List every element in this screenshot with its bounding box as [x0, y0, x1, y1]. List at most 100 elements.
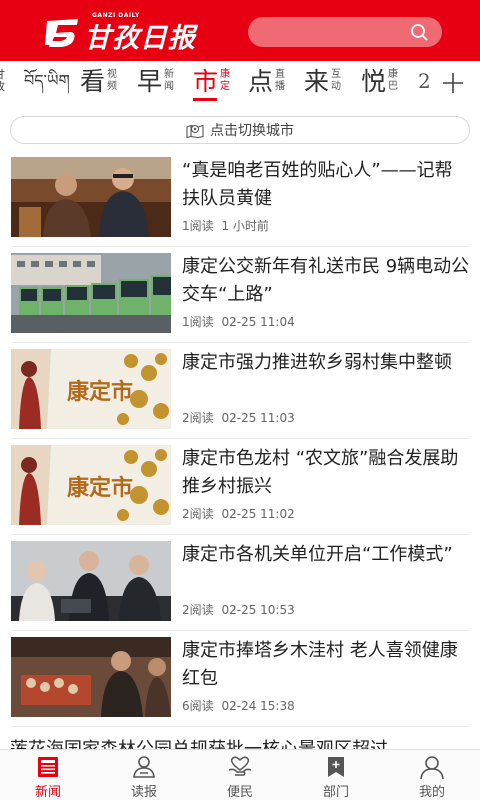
- news-title: 康定市各机关单位开启“工作模式”: [182, 544, 453, 565]
- tab-news[interactable]: 新闻: [0, 750, 96, 800]
- search-box[interactable]: [248, 17, 442, 47]
- bottom-tab-bar: 新闻 读报 便民 部门 我的: [0, 749, 480, 800]
- news-item[interactable]: 康定公交新年有礼送市民 9辆电动公交车“上路” 1阅读 02-25 11:04: [0, 247, 480, 343]
- news-item[interactable]: 康定市捧塔乡木洼村 老人喜领健康红包 6阅读 02-24 15:38: [0, 631, 480, 727]
- channel-label: 来: [304, 66, 330, 96]
- app-root: GANZI DAILY 甘孜日报 甘 孜 བོད་ཡིག 看 视 频: [0, 0, 480, 800]
- svg-text:康定市: 康定市: [67, 379, 133, 405]
- active-channel-indicator: [193, 98, 217, 101]
- news-read-count: 2阅读: [182, 507, 214, 521]
- channel-sub-2: 孜: [0, 81, 5, 93]
- news-list: “真是咱老百姓的贴心人”——记帮扶队员黄健 1阅读 1 小时前 康定公交新年有礼…: [0, 151, 480, 727]
- tab-label: 新闻: [34, 785, 61, 800]
- channel-sub-1: 直: [275, 69, 286, 80]
- channel-sub-1: 互: [331, 69, 342, 80]
- channel-sub-1: 康: [388, 69, 399, 80]
- channel-sub-1: 视: [107, 69, 118, 80]
- news-time: 02-25 11:02: [221, 507, 295, 521]
- channel-more-partial[interactable]: 2: [418, 61, 431, 101]
- logo-english-text: GANZI DAILY: [92, 12, 140, 19]
- channel-label: 市: [193, 66, 219, 96]
- news-time: 1 小时前: [221, 219, 269, 233]
- channel-label: 早: [137, 66, 163, 96]
- tab-reader[interactable]: 读报: [96, 750, 192, 800]
- news-thumbnail: [11, 637, 171, 717]
- channel-video[interactable]: 看 视 频: [80, 61, 117, 101]
- news-item[interactable]: “真是咱老百姓的贴心人”——记帮扶队员黄健 1阅读 1 小时前: [0, 151, 480, 247]
- channel-sub-2: 定: [220, 81, 231, 92]
- news-meta: 2阅读 02-25 11:02: [182, 505, 295, 522]
- logo-mark-icon: [45, 19, 78, 47]
- news-meta: 1阅读 1 小时前: [182, 217, 269, 234]
- switch-city-label: 点击切换城市: [210, 123, 294, 139]
- logo-title: 甘孜日报: [84, 22, 196, 54]
- channel-bar: 甘 孜 བོད་ཡིག 看 视 频 早 新 闻 市 康 定: [0, 61, 480, 107]
- channel-sub-2: 动: [331, 81, 342, 92]
- tab-label: 部门: [322, 785, 349, 800]
- office-photo-icon: [11, 541, 171, 621]
- department-icon: [328, 757, 344, 777]
- news-title: 康定市色龙村 “农文旅”融合发展助推乡村振兴: [182, 448, 459, 497]
- people-photo-icon: [11, 157, 171, 237]
- news-time: 02-25 11:04: [221, 315, 295, 329]
- service-icon: [228, 756, 252, 776]
- news-thumbnail: [11, 541, 171, 621]
- kangding-poster-icon: 康定市: [11, 349, 171, 429]
- channel-label: 悦: [361, 66, 387, 96]
- channel-sub-2: 巴: [388, 81, 399, 92]
- channel-interactive[interactable]: 来 互 动: [304, 61, 341, 101]
- tab-service[interactable]: 便民: [192, 750, 288, 800]
- search-icon[interactable]: [410, 23, 428, 41]
- channel-label: 点: [248, 66, 274, 96]
- news-meta: 6阅读 02-24 15:38: [182, 697, 295, 714]
- channel-kangding-city[interactable]: 市 康 定: [193, 61, 230, 101]
- news-thumbnail: 康定市: [11, 349, 171, 429]
- news-thumbnail: [11, 157, 171, 237]
- newspaper-icon: [38, 757, 58, 777]
- bus-photo-icon: [11, 253, 171, 333]
- channel-label: 2: [418, 69, 431, 93]
- channel-sub-2: 闻: [164, 81, 175, 92]
- channel-label: 看: [80, 66, 106, 96]
- news-time: 02-25 11:03: [221, 411, 295, 425]
- news-item[interactable]: 康定市各机关单位开启“工作模式” 2阅读 02-25 10:53: [0, 535, 480, 631]
- news-read-count: 6阅读: [182, 699, 214, 713]
- news-title: 康定公交新年有礼送市民 9辆电动公交车“上路”: [182, 256, 470, 305]
- app-logo[interactable]: GANZI DAILY 甘孜日报: [44, 12, 196, 54]
- channel-tibetan[interactable]: བོད་ཡིག: [24, 61, 70, 101]
- add-channel-icon[interactable]: [442, 72, 464, 94]
- kangding-poster-icon: 康定市: [11, 445, 171, 525]
- channel-ganzi[interactable]: 甘 孜: [0, 61, 5, 101]
- news-meta: 2阅读 02-25 11:03: [182, 409, 295, 426]
- user-icon: [420, 756, 444, 780]
- news-meta: 2阅读 02-25 10:53: [182, 601, 295, 618]
- news-item[interactable]: 康定市 康定市强力推进软乡弱村集中整顿 2阅读 02-25 11:03: [0, 343, 480, 439]
- tab-label: 我的: [418, 785, 445, 800]
- switch-city-button[interactable]: 点击切换城市: [10, 116, 470, 144]
- news-thumbnail: 康定市: [11, 445, 171, 525]
- channel-kangba[interactable]: 悦 康 巴: [361, 61, 398, 101]
- news-title: “真是咱老百姓的贴心人”——记帮扶队员黄健: [182, 160, 453, 209]
- svg-text:康定市: 康定市: [67, 475, 133, 501]
- tab-label: 便民: [226, 785, 253, 800]
- channel-label: བོད་ཡིག: [24, 71, 70, 90]
- news-meta: 1阅读 02-25 11:04: [182, 313, 295, 330]
- tab-label: 读报: [130, 785, 157, 800]
- news-time: 02-25 10:53: [221, 603, 295, 617]
- news-thumbnail: [11, 253, 171, 333]
- channel-sub-2: 播: [275, 81, 286, 92]
- divider: [11, 726, 470, 727]
- news-title: 康定市捧塔乡木洼村 老人喜领健康红包: [182, 640, 458, 689]
- news-read-count: 2阅读: [182, 411, 214, 425]
- news-time: 02-24 15:38: [221, 699, 295, 713]
- channel-sub-1: 康: [220, 69, 231, 80]
- channel-morning-news[interactable]: 早 新 闻: [137, 61, 174, 101]
- channel-live[interactable]: 点 直 播: [248, 61, 285, 101]
- tab-mine[interactable]: 我的: [384, 750, 480, 800]
- news-read-count: 2阅读: [182, 603, 214, 617]
- news-read-count: 1阅读: [182, 219, 214, 233]
- elderly-photo-icon: [11, 637, 171, 717]
- tab-department[interactable]: 部门: [288, 750, 384, 800]
- reader-icon: [133, 756, 155, 778]
- news-item[interactable]: 康定市 康定市色龙村 “农文旅”融合发展助推乡村振兴 2阅读 02-25 11:…: [0, 439, 480, 535]
